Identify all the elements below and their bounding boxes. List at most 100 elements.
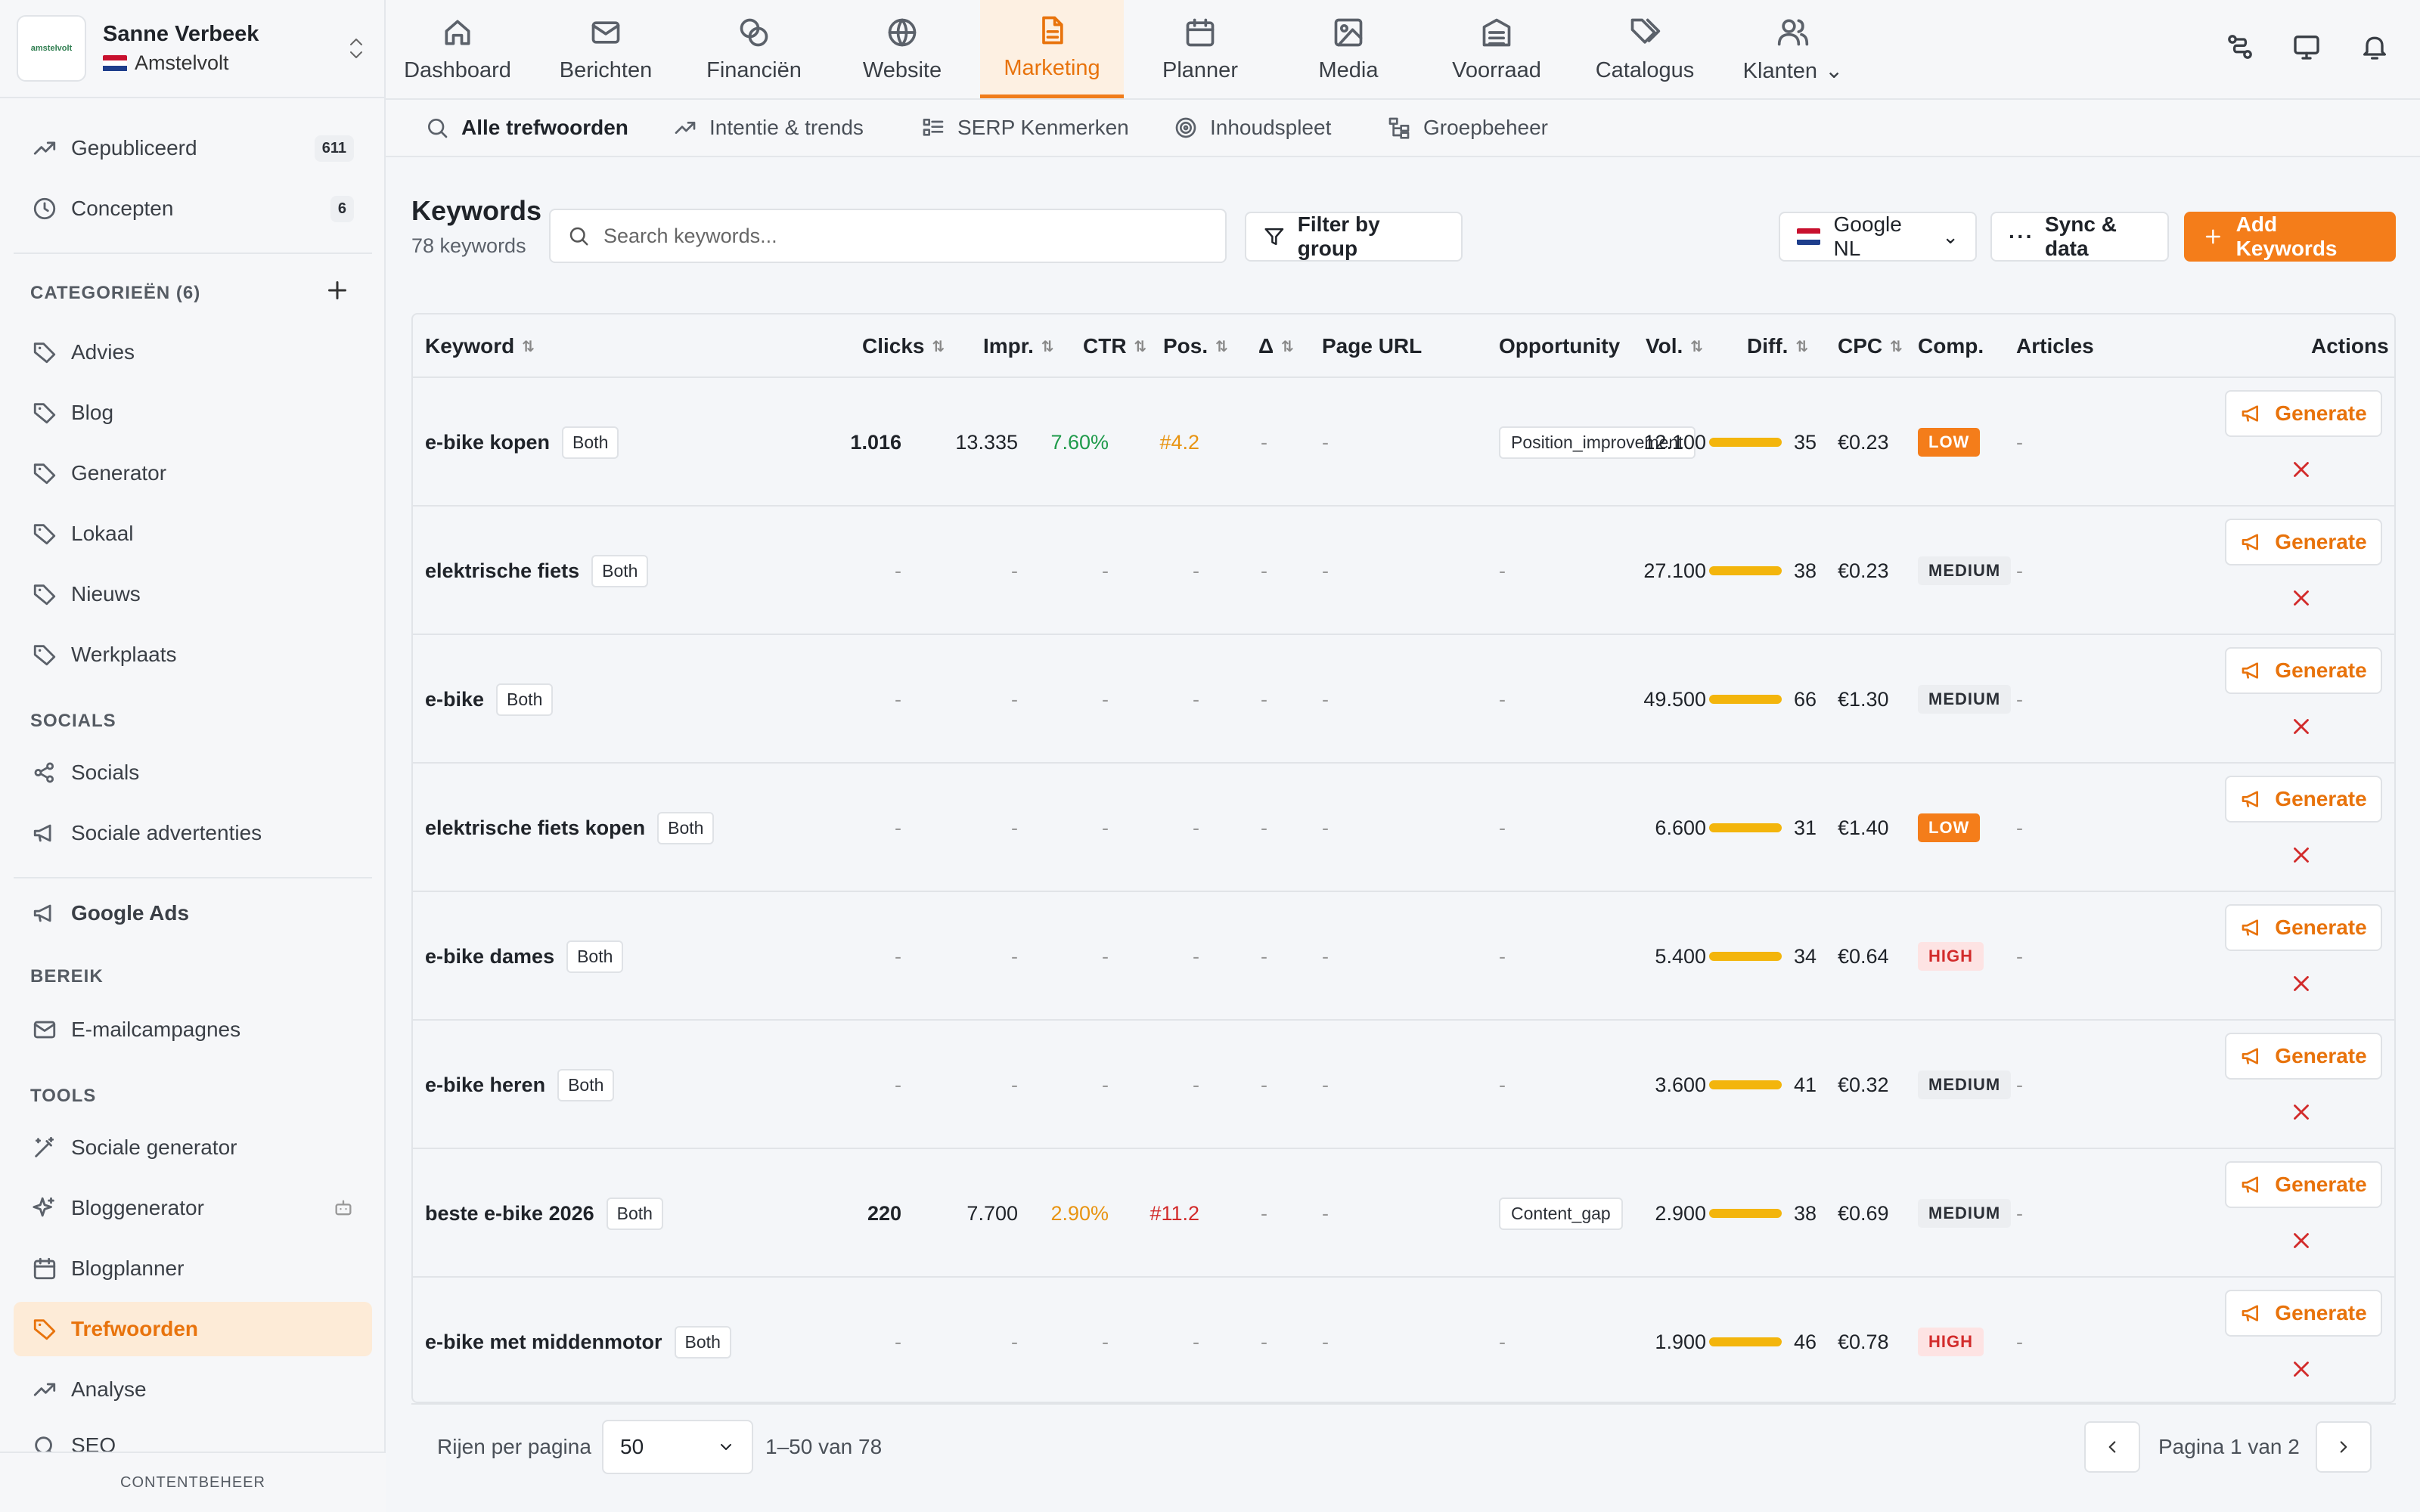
- subtab-alle-trefwoorden[interactable]: Alle trefwoorden: [425, 100, 628, 156]
- column-label: Comp.: [1918, 334, 1984, 358]
- sidebar-item-analyse[interactable]: Analyse: [14, 1362, 372, 1417]
- tab-marketing[interactable]: Marketing: [980, 0, 1124, 98]
- tab-klanten[interactable]: Klanten ⌄: [1721, 0, 1865, 98]
- sidebar-item-blogplanner[interactable]: Blogplanner: [14, 1241, 372, 1296]
- chevron-down-icon: ⌄: [1825, 58, 1844, 83]
- opportunity-cell: -: [1499, 507, 1506, 635]
- column-vol[interactable]: Vol. ⇅: [1646, 314, 1703, 378]
- page-url-cell: -: [1322, 1201, 1329, 1225]
- sidebar-item-werkplaats[interactable]: Werkplaats: [14, 627, 372, 682]
- sidebar-item-e-mailcampagnes[interactable]: E-mailcampagnes: [14, 1002, 372, 1057]
- sidebar-item-lokaal[interactable]: Lokaal: [14, 507, 372, 561]
- previous-page-button[interactable]: [2084, 1421, 2140, 1473]
- column-keyword[interactable]: Keyword ⇅: [425, 314, 535, 378]
- difficulty-bar: [1709, 566, 1782, 575]
- opportunity-value: -: [1499, 1330, 1506, 1353]
- column-comp: Comp.: [1918, 314, 1984, 378]
- clicks-cell: 1.016: [850, 430, 901, 454]
- rows-per-page-select[interactable]: 50: [602, 1420, 753, 1474]
- tab-dashboard[interactable]: Dashboard: [386, 0, 529, 98]
- ctr-cell: 2.90%: [1050, 1201, 1109, 1225]
- column-ctr[interactable]: CTR ⇅: [1083, 314, 1146, 378]
- sidebar-item-blog[interactable]: Blog: [14, 386, 372, 440]
- sync-data-button[interactable]: ··· Sync & data: [1990, 212, 2169, 262]
- generate-button[interactable]: Generate: [2225, 1161, 2382, 1208]
- filter-icon: [1264, 228, 1284, 246]
- generate-button[interactable]: Generate: [2225, 390, 2382, 437]
- sidebar-item-socials[interactable]: Socials: [14, 745, 372, 800]
- keyword-text: e-bike: [425, 687, 485, 711]
- column-delta[interactable]: Δ ⇅: [1258, 314, 1294, 378]
- column-label: Vol.: [1646, 334, 1683, 358]
- tab-catalogus[interactable]: Catalogus: [1573, 0, 1717, 98]
- generate-button[interactable]: Generate: [2225, 904, 2382, 951]
- subtab-inhoudspleet[interactable]: Inhoudspleet: [1174, 100, 1331, 156]
- tab-financien[interactable]: Financiën: [682, 0, 826, 98]
- delete-x-icon[interactable]: [2288, 1356, 2314, 1382]
- delete-x-icon[interactable]: [2288, 585, 2314, 611]
- generate-button[interactable]: Generate: [2225, 647, 2382, 694]
- tab-website[interactable]: Website: [830, 0, 974, 98]
- sidebar-item-seo[interactable]: SEO: [14, 1423, 372, 1452]
- subtab-label: Alle trefwoorden: [461, 116, 628, 139]
- column-cpc[interactable]: CPC ⇅: [1838, 314, 1903, 378]
- generate-button[interactable]: Generate: [2225, 519, 2382, 565]
- sidebar-item-bloggenerator[interactable]: Bloggenerator: [14, 1181, 372, 1235]
- add-keywords-button[interactable]: Add Keywords: [2184, 212, 2396, 262]
- sidebar-item-google-ads[interactable]: Google Ads: [14, 886, 372, 940]
- delete-x-icon[interactable]: [2288, 1099, 2314, 1125]
- chevron-left-icon: [2108, 1441, 2116, 1453]
- sidebar-item-concepten[interactable]: Concepten 6: [14, 181, 372, 236]
- tab-planner[interactable]: Planner: [1128, 0, 1272, 98]
- difficulty-value: 31: [1794, 816, 1817, 839]
- tab-media[interactable]: Media: [1277, 0, 1420, 98]
- search-engine-select[interactable]: Google NL ⌄: [1779, 212, 1977, 262]
- megaphone-icon: [2242, 662, 2259, 679]
- sidebar-item-advies[interactable]: Advies: [14, 325, 372, 380]
- sidebar-item-gepubliceerd[interactable]: Gepubliceerd 611: [14, 121, 372, 175]
- delta-cell: -: [1261, 687, 1267, 711]
- filter-by-group-button[interactable]: Filter by group: [1245, 212, 1463, 262]
- column-clicks[interactable]: Clicks ⇅: [862, 314, 945, 378]
- next-page-button[interactable]: [2316, 1421, 2372, 1473]
- delete-x-icon[interactable]: [2288, 714, 2314, 739]
- delete-x-icon[interactable]: [2288, 1228, 2314, 1253]
- tab-berichten[interactable]: Berichten: [534, 0, 678, 98]
- bell-icon[interactable]: [2360, 32, 2390, 62]
- tab-label: Berichten: [559, 57, 653, 82]
- tab-label: Catalogus: [1595, 57, 1695, 82]
- page-url-cell: -: [1322, 1073, 1329, 1096]
- generate-button[interactable]: Generate: [2225, 1290, 2382, 1337]
- table-row: beste e-bike 2026 Both 220 7.700 2.90% #11.2 -…: [413, 1149, 2394, 1278]
- sidebar-item-sociale-generator[interactable]: Sociale generator: [14, 1120, 372, 1175]
- difficulty-bar: [1709, 823, 1782, 832]
- delete-x-icon[interactable]: [2288, 457, 2314, 482]
- impressions-cell: 7.700: [966, 1201, 1018, 1225]
- route-icon[interactable]: [2225, 32, 2255, 62]
- delete-x-icon[interactable]: [2288, 971, 2314, 996]
- subtab-groepbeheer[interactable]: Groepbeheer: [1387, 100, 1548, 156]
- sidebar-item-sociale-advertenties[interactable]: Sociale advertenties: [14, 806, 372, 860]
- subtab-intentie-trends[interactable]: Intentie & trends: [673, 100, 864, 156]
- column-diff[interactable]: Diff. ⇅: [1747, 314, 1808, 378]
- sort-icon: ⇅: [1890, 338, 1903, 355]
- sidebar-item-trefwoorden[interactable]: Trefwoorden: [14, 1302, 372, 1356]
- search-box[interactable]: [549, 209, 1227, 263]
- subtab-serp-kenmerken[interactable]: SERP Kenmerken: [921, 100, 1129, 156]
- generate-button[interactable]: Generate: [2225, 776, 2382, 823]
- generate-button[interactable]: Generate: [2225, 1033, 2382, 1080]
- delete-x-icon[interactable]: [2288, 842, 2314, 868]
- sidebar-item-generator[interactable]: Generator: [14, 446, 372, 500]
- monitor-icon[interactable]: [2291, 32, 2322, 62]
- search-input[interactable]: [603, 224, 1208, 248]
- column-pos[interactable]: Pos. ⇅: [1163, 314, 1228, 378]
- column-impr[interactable]: Impr. ⇅: [983, 314, 1054, 378]
- chevron-up-down-icon[interactable]: [346, 36, 366, 61]
- sidebar-item-label: Concepten: [71, 197, 174, 220]
- opportunity-cell: -: [1499, 1021, 1506, 1149]
- plus-icon[interactable]: [324, 277, 351, 304]
- sidebar-item-nieuws[interactable]: Nieuws: [14, 567, 372, 621]
- tab-voorraad[interactable]: Voorraad: [1425, 0, 1568, 98]
- account-switcher[interactable]: amstelvolt Sanne Verbeek Amstelvolt: [0, 0, 384, 98]
- company-logo: amstelvolt: [17, 15, 86, 82]
